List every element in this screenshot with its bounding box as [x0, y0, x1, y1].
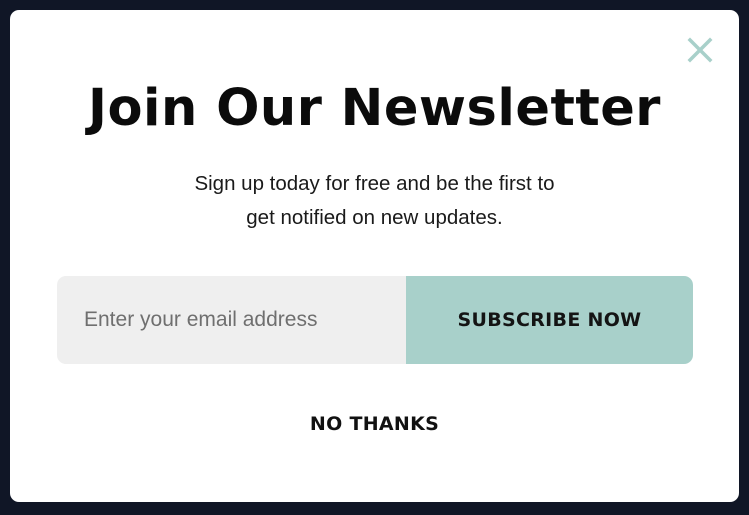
close-button[interactable] — [686, 36, 714, 64]
close-icon — [687, 37, 713, 63]
subscribe-button[interactable]: SUBSCRIBE NOW — [406, 276, 693, 364]
no-thanks-link[interactable]: NO THANKS — [10, 410, 739, 438]
subtitle-line-1: Sign up today for free and be the first … — [194, 172, 555, 195]
modal-subtitle: Sign up today for free and be the first … — [134, 167, 615, 235]
modal-title: Join Our Newsletter — [88, 79, 661, 138]
newsletter-modal: Join Our Newsletter Sign up today for fr… — [10, 10, 739, 502]
email-input[interactable] — [57, 276, 406, 364]
subtitle-line-2: get notified on new updates. — [246, 206, 503, 229]
page-backdrop: Join Our Newsletter Sign up today for fr… — [0, 0, 749, 515]
subscribe-form: SUBSCRIBE NOW — [57, 276, 693, 364]
